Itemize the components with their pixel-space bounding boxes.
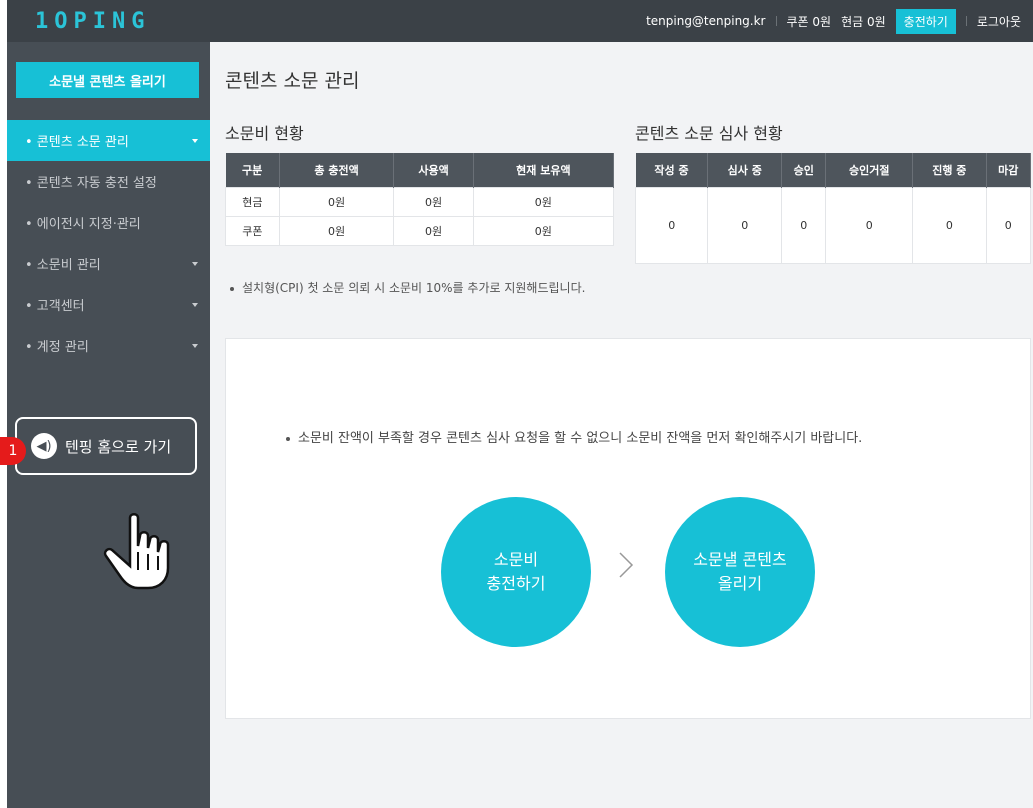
table-row: 현금 0원 0원 0원 [225,186,615,217]
sidebar: 소문낼 콘텐츠 올리기 • 콘텐츠 소문 관리 • 콘텐츠 자동 충전 설정 •… [0,42,210,808]
sidebar-item-label: • 계정 관리 [25,340,89,355]
column-header: 총 충전액 [279,153,395,187]
chevron-down-icon [192,302,198,307]
upload-content-button[interactable]: 소문낼 콘텐츠 올리기 [16,62,199,98]
upload-content-step-button[interactable]: 소문낼 콘텐츠 올리기 [665,497,815,647]
logout-link[interactable]: 로그아웃 [977,13,1021,30]
sidebar-item-auto-charge[interactable]: • 콘텐츠 자동 충전 설정 [7,161,210,202]
table-cell: 0 [781,186,827,264]
table-cell: 0원 [393,215,474,246]
page-title: 콘텐츠 소문 관리 [225,70,360,92]
sidebar-item-label: • 에이전시 지정·관리 [25,217,141,232]
app-frame: 1OPING tenping@tenping.kr 쿠폰 0원 현금 0원 충전… [0,0,1033,808]
top-bar: 1OPING tenping@tenping.kr 쿠폰 0원 현금 0원 충전… [7,0,1033,42]
review-status-title: 콘텐츠 소문 심사 현황 [635,124,783,143]
speaker-icon: ◀) [31,433,57,459]
table-cell: 0원 [472,186,615,217]
table-row: 0 0 0 0 0 0 [634,186,1032,264]
balance-notice-text: 소문비 잔액이 부족할 경우 콘텐츠 심사 요청을 할 수 없으니 소문비 잔액… [298,431,863,446]
divider [775,16,777,26]
sidebar-menu: • 콘텐츠 소문 관리 • 콘텐츠 자동 충전 설정 • 에이전시 지정·관리 … [7,120,210,366]
table-cell: 0원 [278,215,395,246]
sidebar-item-customer-center[interactable]: • 고객센터 [7,284,210,325]
column-header: 진행 중 [912,153,987,187]
step-label: 충전하기 [486,574,546,593]
sidebar-item-label: • 소문비 관리 [25,258,101,273]
chevron-down-icon [192,343,198,348]
column-header: 승인 [781,153,827,187]
table-cell: 0 [707,186,783,264]
sidebar-item-account[interactable]: • 계정 관리 [7,325,210,366]
cpi-note-text: 설치형(CPI) 첫 소문 의뢰 시 소문비 10%를 추가로 지원해드립니다. [242,281,586,295]
sidebar-item-content-management[interactable]: • 콘텐츠 소문 관리 [7,120,210,161]
bullet [230,286,234,291]
bullet [286,436,290,441]
sidebar-item-fee-management[interactable]: • 소문비 관리 [7,243,210,284]
table-row: 쿠폰 0원 0원 0원 [225,215,615,246]
logo-text: 1OPING [35,8,151,34]
table-cell: 현금 [225,186,280,217]
tenping-home-button[interactable]: ◀) 텐핑 홈으로 가기 [15,417,197,475]
home-button-label: 텐핑 홈으로 가기 [65,437,172,456]
table-cell: 0 [634,186,709,264]
table-cell: 0 [912,186,987,264]
column-header: 승인거절 [825,153,914,187]
balance-notice: 소문비 잔액이 부족할 경우 콘텐츠 심사 요청을 할 수 없으니 소문비 잔액… [286,427,862,446]
sidebar-item-label: • 콘텐츠 소문 관리 [25,135,129,150]
user-email: tenping@tenping.kr [646,14,766,28]
chevron-down-icon [192,261,198,266]
fee-status-title: 소문비 현황 [225,124,304,143]
table-cell: 0원 [393,186,474,217]
column-header: 작성 중 [635,153,709,187]
step-label: 소문낼 콘텐츠 [693,550,787,569]
column-header: 현재 보유액 [473,153,615,187]
cash-balance: 현금 0원 [841,14,886,29]
sidebar-item-label: • 고객센터 [25,299,85,314]
chevron-down-icon [192,138,198,143]
guide-panel: 소문비 잔액이 부족할 경우 콘텐츠 심사 요청을 할 수 없으니 소문비 잔액… [225,338,1031,719]
column-header: 사용액 [393,153,474,187]
column-header: 심사 중 [707,153,783,187]
table-cell: 0원 [278,186,395,217]
column-header: 마감 [986,153,1032,187]
cpi-note: 설치형(CPI) 첫 소문 의뢰 시 소문비 10%를 추가로 지원해드립니다. [230,278,625,298]
step-label: 올리기 [717,574,763,593]
step-label: 소문비 [493,550,539,569]
table-cell: 쿠폰 [225,215,280,246]
chevron-right-icon [619,552,634,578]
table-cell: 0원 [472,215,615,246]
logo[interactable]: 1OPING [35,6,150,36]
divider [965,16,967,26]
charge-button[interactable]: 충전하기 [895,8,956,34]
column-header: 구분 [225,153,280,187]
hand-pointer-icon [103,513,170,590]
table-cell: 0 [985,186,1032,264]
account-bar: tenping@tenping.kr 쿠폰 0원 현금 0원 충전하기 로그아웃 [646,0,1021,42]
sidebar-item-agency[interactable]: • 에이전시 지정·관리 [7,202,210,243]
table-cell: 0 [825,186,914,264]
coupon-balance: 쿠폰 0원 [786,14,832,29]
sidebar-item-label: • 콘텐츠 자동 충전 설정 [25,176,157,191]
review-status-table: 작성 중 심사 중 승인 승인거절 진행 중 마감 0 0 0 0 0 0 [634,153,1032,264]
charge-fee-step-button[interactable]: 소문비 충전하기 [441,497,591,647]
fee-status-table: 구분 총 충전액 사용액 현재 보유액 현금 0원 0원 0원 쿠폰 0원 0원 [225,153,615,246]
